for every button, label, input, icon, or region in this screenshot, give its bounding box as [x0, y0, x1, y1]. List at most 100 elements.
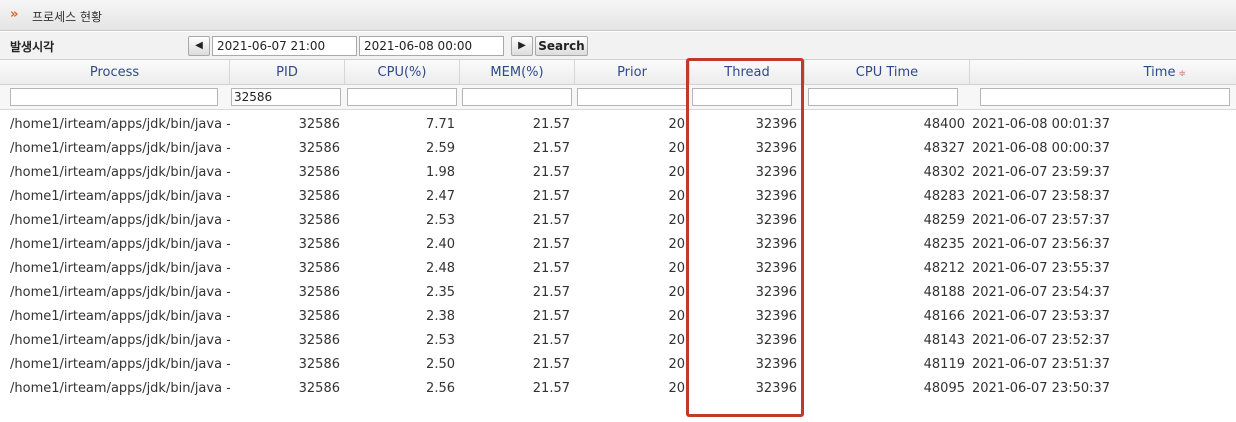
table-row[interactable]: /home1/irteam/apps/jdk/bin/java -s 32586 2… [0, 281, 1236, 305]
column-header-prior[interactable]: Prior [575, 60, 690, 85]
thread-filter-input[interactable] [692, 88, 792, 106]
cell-thread: 32396 [755, 189, 797, 204]
cell-thread: 32396 [755, 261, 797, 276]
end-time-input[interactable] [359, 36, 504, 56]
cell-thread: 32396 [755, 333, 797, 348]
cell-prior: 20 [668, 261, 685, 276]
cell-cpu: 7.71 [426, 117, 455, 132]
process-filter-input[interactable] [10, 88, 218, 106]
prior-filter-input[interactable] [577, 88, 687, 106]
table-row[interactable]: /home1/irteam/apps/jdk/bin/java -s 32586 2… [0, 257, 1236, 281]
column-header-cpu-time[interactable]: CPU Time [805, 60, 970, 85]
cell-mem: 21.57 [532, 237, 570, 252]
cell-mem: 21.57 [532, 261, 570, 276]
cell-process: /home1/irteam/apps/jdk/bin/java -s [10, 333, 230, 348]
cell-time: 2021-06-07 23:50:37 [972, 381, 1111, 396]
double-chevron-icon: » [10, 7, 19, 22]
cell-mem: 21.57 [532, 189, 570, 204]
cell-process: /home1/irteam/apps/jdk/bin/java -s [10, 189, 230, 204]
table-row[interactable]: /home1/irteam/apps/jdk/bin/java -s 32586 2… [0, 329, 1236, 353]
start-time-input[interactable] [212, 36, 357, 56]
cell-time: 2021-06-07 23:55:37 [972, 261, 1111, 276]
pid-filter-input[interactable] [231, 88, 341, 106]
cell-mem: 21.57 [532, 357, 570, 372]
column-filter-row [0, 85, 1236, 110]
cell-cpu-time: 48143 [923, 333, 965, 348]
sort-icon: ≑ [1178, 69, 1186, 79]
cell-cpu-time: 48188 [923, 285, 965, 300]
cell-cpu: 2.38 [426, 309, 455, 324]
column-header-thread[interactable]: Thread [690, 60, 805, 85]
arrow-right-icon: ▶ [518, 40, 526, 51]
cell-thread: 32396 [755, 165, 797, 180]
cell-cpu: 2.47 [426, 189, 455, 204]
cell-pid: 32586 [298, 333, 340, 348]
cell-prior: 20 [668, 309, 685, 324]
cell-time: 2021-06-07 23:52:37 [972, 333, 1111, 348]
cell-process: /home1/irteam/apps/jdk/bin/java -s [10, 261, 230, 276]
column-header-mem[interactable]: MEM(%) [460, 60, 575, 85]
cell-thread: 32396 [755, 213, 797, 228]
cpu-filter-input[interactable] [347, 88, 457, 106]
cell-prior: 20 [668, 141, 685, 156]
table-row[interactable]: /home1/irteam/apps/jdk/bin/java -s 32586 2… [0, 305, 1236, 329]
table-row[interactable]: /home1/irteam/apps/jdk/bin/java -s 32586 2… [0, 209, 1236, 233]
cell-thread: 32396 [755, 285, 797, 300]
cell-time: 2021-06-07 23:56:37 [972, 237, 1111, 252]
cell-thread: 32396 [755, 381, 797, 396]
cpu-time-filter-input[interactable] [808, 88, 958, 106]
cell-mem: 21.57 [532, 117, 570, 132]
cell-thread: 32396 [755, 309, 797, 324]
cell-pid: 32586 [298, 165, 340, 180]
cell-cpu-time: 48283 [923, 189, 965, 204]
cell-time: 2021-06-08 00:00:37 [972, 141, 1111, 156]
prev-period-button[interactable]: ◀ [188, 36, 210, 56]
cell-cpu: 2.50 [426, 357, 455, 372]
cell-cpu: 2.35 [426, 285, 455, 300]
table-row[interactable]: /home1/irteam/apps/jdk/bin/java -s 32586 2… [0, 185, 1236, 209]
cell-time: 2021-06-07 23:58:37 [972, 189, 1111, 204]
table-row[interactable]: /home1/irteam/apps/jdk/bin/java -s 32586 1… [0, 161, 1236, 185]
table-row[interactable]: /home1/irteam/apps/jdk/bin/java -s 32586 7… [0, 113, 1236, 137]
cell-pid: 32586 [298, 285, 340, 300]
time-filter-input[interactable] [980, 88, 1230, 106]
cell-pid: 32586 [298, 141, 340, 156]
window-title-bar: » 프로세스 현황 [0, 0, 1236, 31]
cell-pid: 32586 [298, 261, 340, 276]
cell-pid: 32586 [298, 213, 340, 228]
column-header-time[interactable]: Time ≑ [970, 60, 1236, 85]
column-header-pid[interactable]: PID [230, 60, 345, 85]
cell-mem: 21.57 [532, 141, 570, 156]
next-period-button[interactable]: ▶ [511, 36, 533, 56]
table-row[interactable]: /home1/irteam/apps/jdk/bin/java -s 32586 2… [0, 353, 1236, 377]
column-header-process[interactable]: Process [0, 60, 230, 85]
cell-process: /home1/irteam/apps/jdk/bin/java -s [10, 309, 230, 324]
cell-prior: 20 [668, 117, 685, 132]
cell-time: 2021-06-07 23:59:37 [972, 165, 1111, 180]
cell-cpu: 2.40 [426, 237, 455, 252]
table-row[interactable]: /home1/irteam/apps/jdk/bin/java -s 32586 2… [0, 233, 1236, 257]
column-header-cpu[interactable]: CPU(%) [345, 60, 460, 85]
cell-prior: 20 [668, 189, 685, 204]
cell-cpu: 2.59 [426, 141, 455, 156]
cell-cpu-time: 48212 [923, 261, 965, 276]
cell-cpu-time: 48119 [923, 357, 965, 372]
table-row[interactable]: /home1/irteam/apps/jdk/bin/java -s 32586 2… [0, 377, 1236, 401]
cell-pid: 32586 [298, 381, 340, 396]
cell-time: 2021-06-08 00:01:37 [972, 117, 1111, 132]
cell-time: 2021-06-07 23:57:37 [972, 213, 1111, 228]
cell-prior: 20 [668, 285, 685, 300]
search-button[interactable]: Search [535, 36, 588, 56]
cell-process: /home1/irteam/apps/jdk/bin/java -s [10, 237, 230, 252]
mem-filter-input[interactable] [462, 88, 572, 106]
table-row[interactable]: /home1/irteam/apps/jdk/bin/java -s 32586 2… [0, 137, 1236, 161]
cell-cpu-time: 48400 [923, 117, 965, 132]
process-table-body: /home1/irteam/apps/jdk/bin/java -s 32586 7… [0, 113, 1236, 401]
cell-cpu-time: 48302 [923, 165, 965, 180]
cell-process: /home1/irteam/apps/jdk/bin/java -s [10, 381, 230, 396]
arrow-left-icon: ◀ [195, 40, 203, 51]
cell-mem: 21.57 [532, 285, 570, 300]
cell-cpu: 2.48 [426, 261, 455, 276]
cell-pid: 32586 [298, 237, 340, 252]
cell-prior: 20 [668, 357, 685, 372]
